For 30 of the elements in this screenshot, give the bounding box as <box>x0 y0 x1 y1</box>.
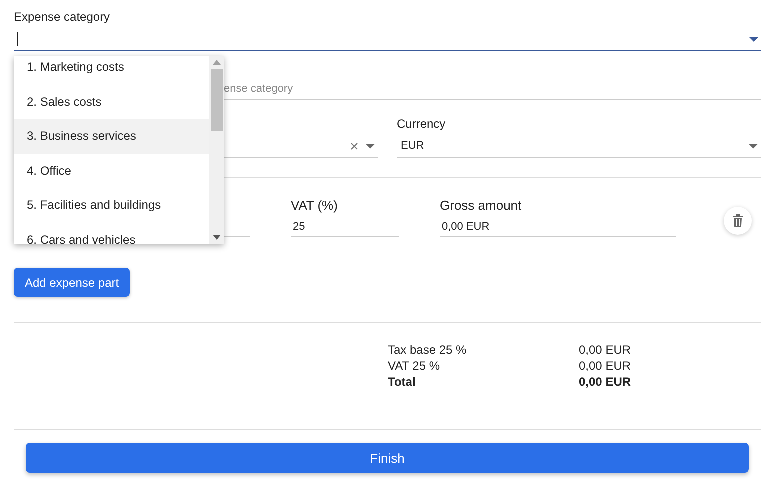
menu-item[interactable]: 4. Office <box>14 154 209 188</box>
field-label: VAT (%) <box>291 198 339 215</box>
menu-item[interactable]: 2. Sales costs <box>14 84 209 119</box>
menu-item[interactable]: 6. Cars and vehicles <box>14 222 209 244</box>
total-label: Total <box>388 375 417 389</box>
total-value: 0,00 EUR <box>579 359 632 373</box>
caret-icon <box>749 36 759 42</box>
add-expense-part-button[interactable]: Add expense part <box>14 268 130 297</box>
menu-item[interactable]: 3. Business services <box>14 119 209 154</box>
total-label: Tax base 25 % <box>388 343 468 357</box>
total-value: 0,00 EUR <box>579 343 632 357</box>
menu-item[interactable]: 5. Facilities and buildings <box>14 188 209 222</box>
trash-icon <box>732 214 744 228</box>
field-label: Gross amount <box>440 198 523 215</box>
total-value: 0,00 EUR <box>579 375 632 389</box>
vat-field[interactable]: 25 <box>291 218 399 237</box>
caret-icon <box>366 144 375 149</box>
field-label: Currency <box>397 117 447 133</box>
scroll-down-icon[interactable] <box>212 235 220 240</box>
caret-icon <box>749 144 758 148</box>
gross-amount-field[interactable]: 0,00 EUR <box>440 218 676 237</box>
text-cursor <box>17 32 18 46</box>
field-label: Expense category <box>14 10 112 26</box>
scrollbar[interactable] <box>209 56 224 244</box>
finish-button[interactable]: Finish <box>26 443 749 473</box>
total-label: VAT 25 % <box>388 359 442 373</box>
menu-item[interactable]: 1. Marketing costs <box>14 56 209 84</box>
clear-icon[interactable] <box>351 143 358 150</box>
currency-field[interactable]: EUR <box>397 135 761 158</box>
delete-button[interactable] <box>724 207 752 235</box>
